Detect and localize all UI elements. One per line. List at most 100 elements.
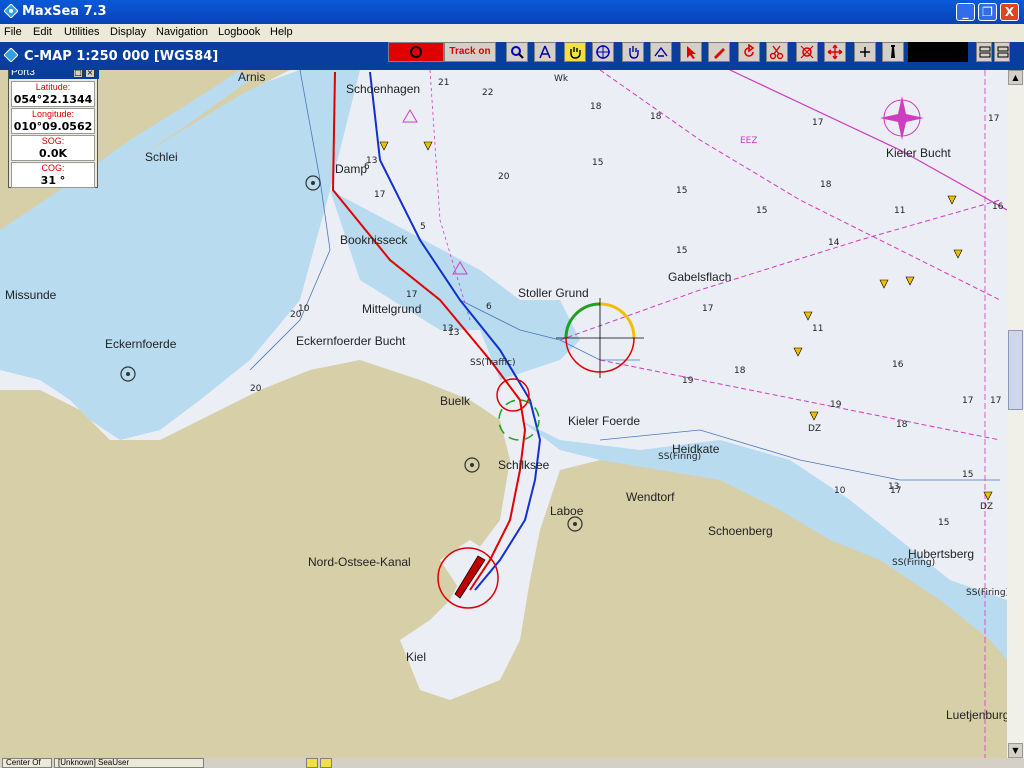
depth-sounding: 11 — [812, 324, 824, 334]
depth-sounding: 20 — [498, 172, 510, 182]
hand-icon — [570, 47, 581, 59]
cog-cell: COG: 31 ° — [11, 162, 95, 188]
zoom-button[interactable] — [506, 42, 528, 62]
compass-button[interactable] — [534, 42, 556, 62]
menu-file[interactable]: File — [4, 26, 22, 38]
position-panel[interactable]: Port3 □ × Latitude: 054°22.1344 N Longit… — [8, 70, 99, 188]
depth-sounding: 6 — [486, 302, 492, 312]
place-label: Stoller Grund — [518, 286, 589, 300]
scissors-icon — [769, 45, 784, 60]
minimize-button[interactable]: _ — [956, 3, 975, 21]
cascade-button[interactable] — [994, 42, 1010, 62]
place-label: Kiel — [406, 650, 427, 664]
firing-label: SS(Firing) — [966, 588, 1007, 598]
record-button[interactable] — [388, 42, 444, 62]
place-label: Arnis — [238, 70, 266, 84]
depth-sounding: 11 — [894, 206, 906, 216]
color-swatch — [908, 42, 968, 62]
lighthouse-button[interactable] — [882, 42, 904, 62]
place-label: Wendtorf — [626, 490, 675, 504]
zoom-icon — [511, 46, 524, 59]
place-label: Nord-Ostsee-Kanal — [308, 555, 411, 569]
menu-bar: File Edit Utilities Display Navigation L… — [0, 24, 1024, 42]
place-label: Luetjenburg — [946, 708, 1007, 722]
panel-close-button[interactable]: × — [85, 70, 95, 78]
scissors-button[interactable] — [766, 42, 788, 62]
depth-sounding: 15 — [756, 206, 768, 216]
status-bar: Center Of [Unknown] SeaUser — [0, 758, 1024, 768]
depth-sounding: 13 — [442, 324, 454, 334]
scroll-up-button[interactable]: ▲ — [1008, 70, 1023, 85]
pointer-icon — [687, 46, 696, 59]
compass-icon — [539, 45, 551, 59]
status-user: [Unknown] SeaUser — [54, 758, 204, 768]
vertical-scrollbar[interactable]: ▲ ▼ — [1007, 70, 1024, 758]
menu-help[interactable]: Help — [270, 26, 293, 38]
status-center[interactable]: Center Of — [2, 758, 52, 768]
place-label: Laboe — [550, 504, 584, 518]
place-label: Eckernfoerder Bucht — [296, 334, 406, 348]
status-indicator-icon — [320, 758, 332, 768]
scroll-down-button[interactable]: ▼ — [1008, 743, 1023, 758]
chart-icon — [4, 48, 18, 62]
app-icon — [4, 4, 18, 18]
pencil-button[interactable] — [708, 42, 730, 62]
menu-edit[interactable]: Edit — [33, 26, 52, 38]
cog-value: 31 ° — [40, 174, 66, 187]
menu-navigation[interactable]: Navigation — [156, 26, 208, 38]
route-icon — [800, 45, 814, 59]
place-label: Eckernfoerde — [105, 337, 177, 351]
depth-sounding: 15 — [938, 518, 950, 528]
depth-sounding: 10 — [834, 486, 846, 496]
rotate-button[interactable] — [738, 42, 760, 62]
plus-icon — [860, 47, 870, 57]
depth-sounding: 18 — [820, 180, 832, 190]
depth-sounding: 17 — [988, 114, 1000, 124]
pan-button[interactable] — [622, 42, 644, 62]
depth-sounding: 17 — [990, 396, 1002, 406]
move-button[interactable] — [824, 42, 846, 62]
depth-sounding: 17 — [406, 290, 418, 300]
depth-sounding: 17 — [812, 118, 824, 128]
measure-button[interactable] — [650, 42, 672, 62]
traffic-label: SS(Traffic) — [470, 358, 516, 368]
depth-sounding: 16 — [992, 202, 1004, 212]
depth-sounding: 21 — [438, 78, 450, 88]
longitude-label: Longitude: — [31, 109, 75, 119]
depth-sounding: 18 — [590, 102, 602, 112]
menu-logbook[interactable]: Logbook — [218, 26, 260, 38]
panel-restore-button[interactable]: □ — [73, 70, 83, 78]
track-on-button[interactable]: Track on — [444, 42, 496, 62]
eez-label: EEZ — [740, 136, 758, 146]
crosshair-button[interactable] — [592, 42, 614, 62]
nautical-chart[interactable]: Arnis Schoenhagen Schlei Damp Missunde B… — [0, 70, 1007, 758]
depth-sounding: 17 — [962, 396, 974, 406]
place-label: Kieler Foerde — [568, 414, 641, 428]
latitude-cell: Latitude: 054°22.1344 N — [11, 81, 95, 119]
wreck-label: Wk — [554, 74, 569, 84]
menu-utilities[interactable]: Utilities — [64, 26, 99, 38]
depth-sounding: 22 — [482, 88, 494, 98]
route-button[interactable] — [796, 42, 818, 62]
cog-label: COG: — [41, 163, 65, 173]
latitude-label: Latitude: — [35, 82, 71, 92]
window-title: MaxSea 7.3 — [22, 4, 107, 19]
pointer-button[interactable] — [680, 42, 702, 62]
menu-display[interactable]: Display — [110, 26, 146, 38]
close-button[interactable]: X — [1000, 3, 1019, 21]
scroll-thumb[interactable] — [1008, 330, 1023, 410]
hand-button[interactable] — [564, 42, 586, 62]
crosshair-icon — [596, 45, 610, 59]
pan-icon — [629, 46, 639, 59]
firing-label: SS(Firing) — [892, 558, 936, 568]
dz-label: DZ — [808, 424, 822, 434]
depth-sounding: 17 — [374, 190, 386, 200]
plus-button[interactable] — [854, 42, 876, 62]
rotate-icon — [744, 44, 755, 57]
maximize-button[interactable]: ❐ — [978, 3, 997, 21]
place-label: Mittelgrund — [362, 302, 422, 316]
depth-sounding: 19 — [830, 400, 842, 410]
depth-sounding: 16 — [892, 360, 904, 370]
depth-sounding: 19 — [682, 376, 694, 386]
tile-button[interactable] — [976, 42, 992, 62]
